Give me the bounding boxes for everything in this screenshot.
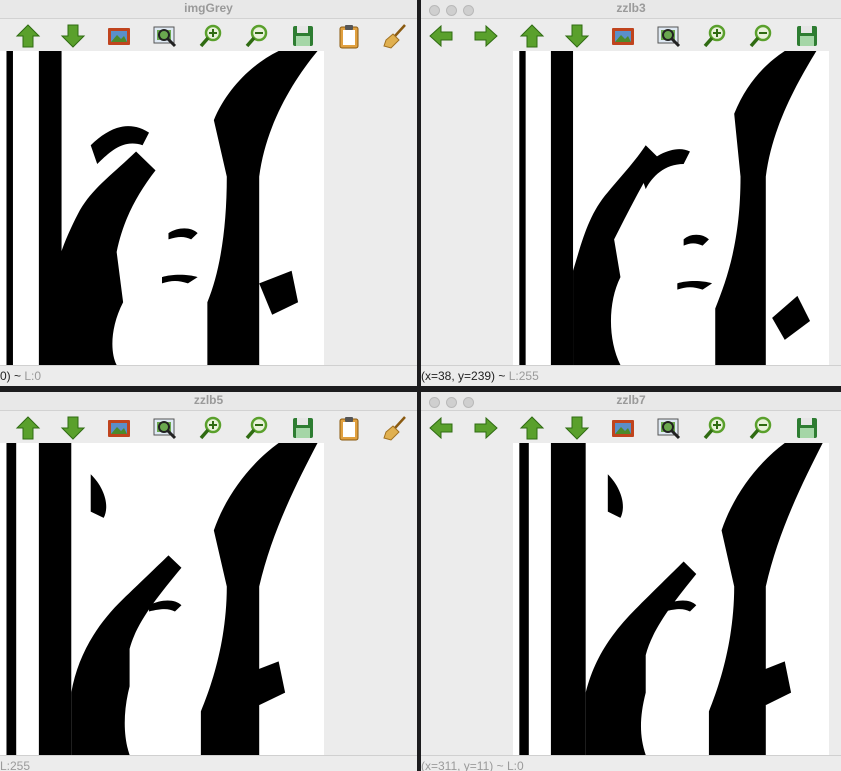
status-level: L:0 bbox=[506, 759, 524, 771]
arrow-up-icon[interactable] bbox=[518, 22, 546, 50]
window-title: zzlb7 bbox=[616, 393, 646, 407]
zoom-out-icon[interactable] bbox=[243, 414, 271, 442]
toolbar bbox=[0, 411, 417, 443]
broom-icon[interactable] bbox=[381, 22, 409, 50]
save-icon[interactable] bbox=[289, 22, 317, 50]
image-view[interactable] bbox=[0, 51, 417, 365]
title-bar[interactable]: zzlb7 bbox=[421, 392, 841, 411]
zoom-fit-icon[interactable] bbox=[655, 414, 683, 442]
threshold-image[interactable] bbox=[0, 443, 324, 755]
zoom-in-icon[interactable] bbox=[701, 414, 729, 442]
save-icon[interactable] bbox=[793, 22, 821, 50]
zoom-fit-icon[interactable] bbox=[655, 22, 683, 50]
window-zzlb7: zzlb7 (x=311, y=11) ~ L:0 bbox=[421, 392, 841, 771]
arrow-left-icon[interactable] bbox=[427, 414, 455, 442]
arrow-right-icon[interactable] bbox=[472, 22, 500, 50]
arrow-down-icon[interactable] bbox=[563, 414, 591, 442]
status-bar: (x=311, y=11) ~ L:0 bbox=[421, 755, 841, 771]
threshold-image[interactable] bbox=[513, 443, 829, 755]
image-view[interactable] bbox=[421, 443, 841, 755]
status-coords: (x=38, y=239) ~ bbox=[421, 369, 509, 383]
arrow-up-icon[interactable] bbox=[14, 414, 42, 442]
window-imggrey: imgGrey 0) ~ L:0 bbox=[0, 0, 417, 386]
arrow-up-icon[interactable] bbox=[518, 414, 546, 442]
threshold-image[interactable] bbox=[513, 51, 829, 365]
status-level: L:255 bbox=[508, 369, 539, 383]
window-title: imgGrey bbox=[184, 1, 233, 15]
arrow-down-icon[interactable] bbox=[59, 414, 87, 442]
window-zzlb5: zzlb5 L:255 bbox=[0, 392, 417, 771]
zoom-fit-icon[interactable] bbox=[151, 414, 179, 442]
title-bar[interactable]: imgGrey bbox=[0, 0, 417, 19]
toolbar bbox=[0, 19, 417, 51]
status-bar: (x=38, y=239) ~ L:255 bbox=[421, 365, 841, 386]
zoom-out-icon[interactable] bbox=[747, 414, 775, 442]
status-bar: L:255 bbox=[0, 755, 417, 771]
arrow-left-icon[interactable] bbox=[427, 22, 455, 50]
threshold-image[interactable] bbox=[0, 51, 324, 365]
arrow-down-icon[interactable] bbox=[563, 22, 591, 50]
window-zzlb3: zzlb3 (x=38, y=239) ~ L:255 bbox=[421, 0, 841, 386]
image-view[interactable] bbox=[421, 51, 841, 365]
window-title: zzlb5 bbox=[193, 393, 224, 407]
arrow-down-icon[interactable] bbox=[59, 22, 87, 50]
image-view[interactable] bbox=[0, 443, 417, 755]
zoom-in-icon[interactable] bbox=[197, 22, 225, 50]
zoom-out-icon[interactable] bbox=[243, 22, 271, 50]
toolbar bbox=[421, 411, 841, 443]
clipboard-icon[interactable] bbox=[335, 22, 363, 50]
arrow-up-icon[interactable] bbox=[14, 22, 42, 50]
title-bar[interactable]: zzlb3 bbox=[421, 0, 841, 19]
image-icon[interactable] bbox=[105, 22, 133, 50]
zoom-in-icon[interactable] bbox=[197, 414, 225, 442]
status-bar: 0) ~ L:0 bbox=[0, 365, 417, 386]
window-title: zzlb3 bbox=[616, 1, 646, 15]
status-coords: 0) ~ bbox=[0, 369, 25, 383]
zoom-in-icon[interactable] bbox=[701, 22, 729, 50]
clipboard-icon[interactable] bbox=[335, 414, 363, 442]
status-level: L:255 bbox=[0, 759, 31, 771]
title-bar[interactable]: zzlb5 bbox=[0, 392, 417, 411]
broom-icon[interactable] bbox=[381, 414, 409, 442]
save-icon[interactable] bbox=[793, 414, 821, 442]
status-coords: (x=311, y=11) ~ bbox=[421, 759, 507, 771]
toolbar bbox=[421, 19, 841, 51]
save-icon[interactable] bbox=[289, 414, 317, 442]
image-icon[interactable] bbox=[105, 414, 133, 442]
zoom-fit-icon[interactable] bbox=[151, 22, 179, 50]
zoom-out-icon[interactable] bbox=[747, 22, 775, 50]
image-icon[interactable] bbox=[609, 414, 637, 442]
status-level: L:0 bbox=[24, 369, 42, 383]
image-icon[interactable] bbox=[609, 22, 637, 50]
arrow-right-icon[interactable] bbox=[472, 414, 500, 442]
